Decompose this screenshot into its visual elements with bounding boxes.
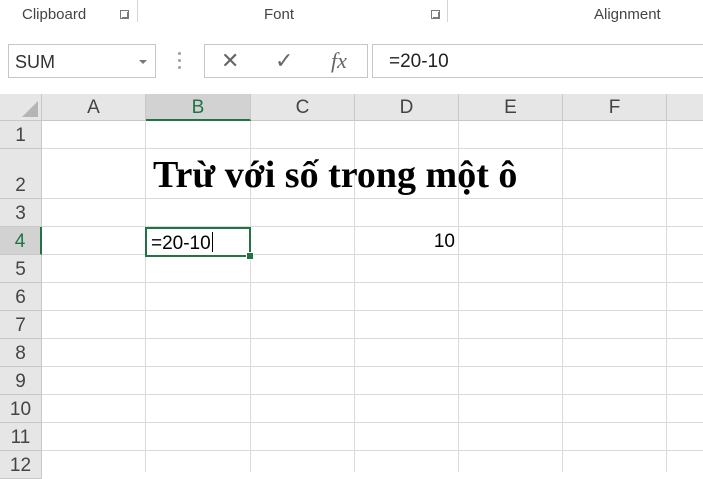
column-header-d[interactable]: D	[355, 94, 459, 121]
text-caret	[211, 232, 213, 252]
gridline	[42, 366, 703, 367]
fill-handle[interactable]	[246, 252, 254, 260]
font-group-label: Font	[264, 6, 295, 23]
row-header-3[interactable]: 3	[0, 199, 42, 227]
row-header-2[interactable]: 2	[0, 149, 42, 199]
enter-check-icon[interactable]: ✓	[275, 48, 293, 74]
ribbon-group-labels: Clipboard Font Alignment	[0, 0, 703, 31]
gridline	[42, 198, 703, 199]
name-box-value: SUM	[15, 52, 55, 72]
gridline	[42, 394, 703, 395]
worksheet-grid: A B C D E F 1 2 3 4 5 6 7 8 9 10 11 12 T…	[0, 94, 703, 479]
cell-d4-value[interactable]: 10	[434, 231, 455, 253]
column-header-a[interactable]: A	[42, 94, 146, 121]
cell-b2-title[interactable]: Trừ với số trong một ô	[153, 153, 517, 197]
gridline	[42, 310, 703, 311]
formula-input[interactable]: =20-10	[372, 44, 703, 78]
formula-buttons: ✕ ✓ fx	[204, 44, 368, 78]
resize-grip-icon[interactable]	[178, 52, 181, 70]
gridline	[145, 121, 146, 472]
row-header-9[interactable]: 9	[0, 367, 42, 395]
row-header-8[interactable]: 8	[0, 339, 42, 367]
formula-bar: SUM ✕ ✓ fx =20-10	[0, 30, 703, 94]
select-all-button[interactable]	[0, 94, 42, 121]
function-icon[interactable]: fx	[331, 48, 347, 74]
active-cell-b4[interactable]: =20-10	[145, 227, 251, 257]
row-header-10[interactable]: 10	[0, 395, 42, 423]
row-header-7[interactable]: 7	[0, 311, 42, 339]
cell-b4-value: =20-10	[151, 232, 213, 254]
gridline	[42, 450, 703, 451]
row-header-4[interactable]: 4	[0, 227, 42, 255]
row-header-1[interactable]: 1	[0, 121, 42, 149]
gridline	[666, 121, 667, 472]
dropdown-arrow-icon[interactable]	[139, 60, 147, 64]
column-header-f[interactable]: F	[563, 94, 667, 121]
ribbon-separator	[447, 0, 448, 22]
alignment-group-label: Alignment	[594, 6, 661, 23]
column-header-c[interactable]: C	[251, 94, 355, 121]
gridline	[42, 226, 703, 227]
gridline	[42, 254, 703, 255]
gridline	[562, 121, 563, 472]
gridline	[42, 282, 703, 283]
gridline	[42, 422, 703, 423]
font-dialog-launcher-icon[interactable]	[431, 10, 440, 19]
name-box[interactable]: SUM	[8, 44, 156, 78]
clipboard-dialog-launcher-icon[interactable]	[120, 10, 129, 19]
gridline	[42, 148, 703, 149]
row-header-12[interactable]: 12	[0, 451, 42, 479]
cancel-icon[interactable]: ✕	[221, 48, 239, 74]
formula-input-value: =20-10	[389, 51, 449, 72]
row-header-11[interactable]: 11	[0, 423, 42, 451]
column-header-b[interactable]: B	[146, 94, 251, 121]
clipboard-group-label: Clipboard	[22, 6, 87, 23]
gridline	[42, 338, 703, 339]
row-header-5[interactable]: 5	[0, 255, 42, 283]
ribbon-separator	[137, 0, 138, 22]
row-header-6[interactable]: 6	[0, 283, 42, 311]
column-header-next[interactable]	[667, 94, 703, 121]
column-header-e[interactable]: E	[459, 94, 563, 121]
